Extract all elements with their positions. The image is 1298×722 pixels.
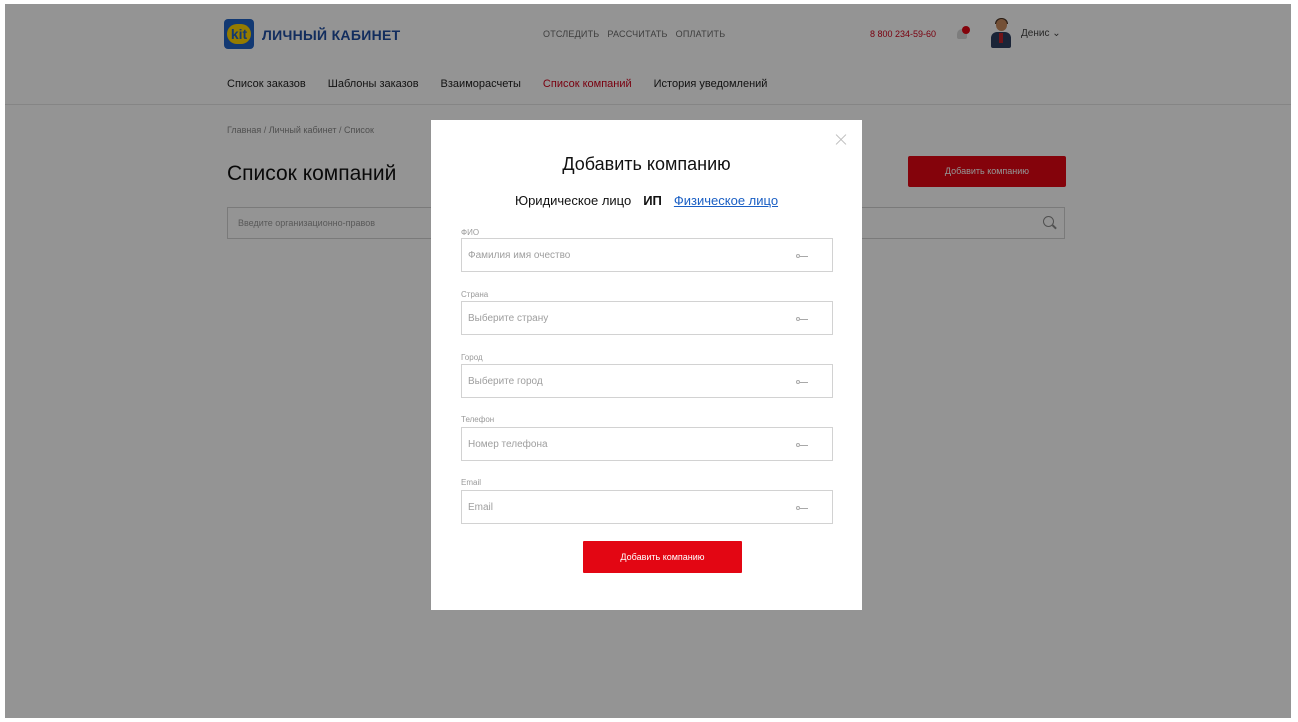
tab-ip[interactable]: ИП xyxy=(643,193,662,208)
city-field[interactable]: Выберите город xyxy=(461,364,833,398)
page-frame: kit ЛИЧНЫЙ КАБИНЕТ ОТСЛЕДИТЬ РАССЧИТАТЬ … xyxy=(5,4,1291,718)
email-label: Email xyxy=(461,478,482,487)
fio-field[interactable]: Фамилия имя очество xyxy=(461,238,833,272)
submit-add-company-button[interactable]: Добавить компанию xyxy=(583,541,742,573)
country-field[interactable]: Выберите страну xyxy=(461,301,833,335)
entity-type-tabs: Юридическое лицо ИП Физическое лицо xyxy=(431,193,862,208)
close-icon[interactable] xyxy=(834,133,848,147)
city-label: Город xyxy=(461,353,483,362)
tab-individual[interactable]: Физическое лицо xyxy=(674,193,778,208)
add-company-modal: Добавить компанию Юридическое лицо ИП Фи… xyxy=(431,120,862,610)
country-placeholder: Выберите страну xyxy=(468,313,549,324)
fio-label: ФИО xyxy=(461,228,480,237)
country-label: Страна xyxy=(461,290,489,299)
city-placeholder: Выберите город xyxy=(468,376,543,387)
email-field[interactable]: Email xyxy=(461,490,833,524)
modal-title: Добавить компанию xyxy=(562,154,731,174)
phone-field[interactable]: Номер телефона xyxy=(461,427,833,461)
key-icon xyxy=(796,316,808,322)
key-icon xyxy=(796,379,808,385)
fio-placeholder: Фамилия имя очество xyxy=(468,250,571,261)
tab-legal-entity[interactable]: Юридическое лицо xyxy=(515,193,631,208)
key-icon xyxy=(796,253,808,259)
email-placeholder: Email xyxy=(468,502,494,513)
phone-label: Телефон xyxy=(461,415,495,424)
phone-placeholder: Номер телефона xyxy=(468,439,548,450)
key-icon xyxy=(796,442,808,448)
key-icon xyxy=(796,505,808,511)
